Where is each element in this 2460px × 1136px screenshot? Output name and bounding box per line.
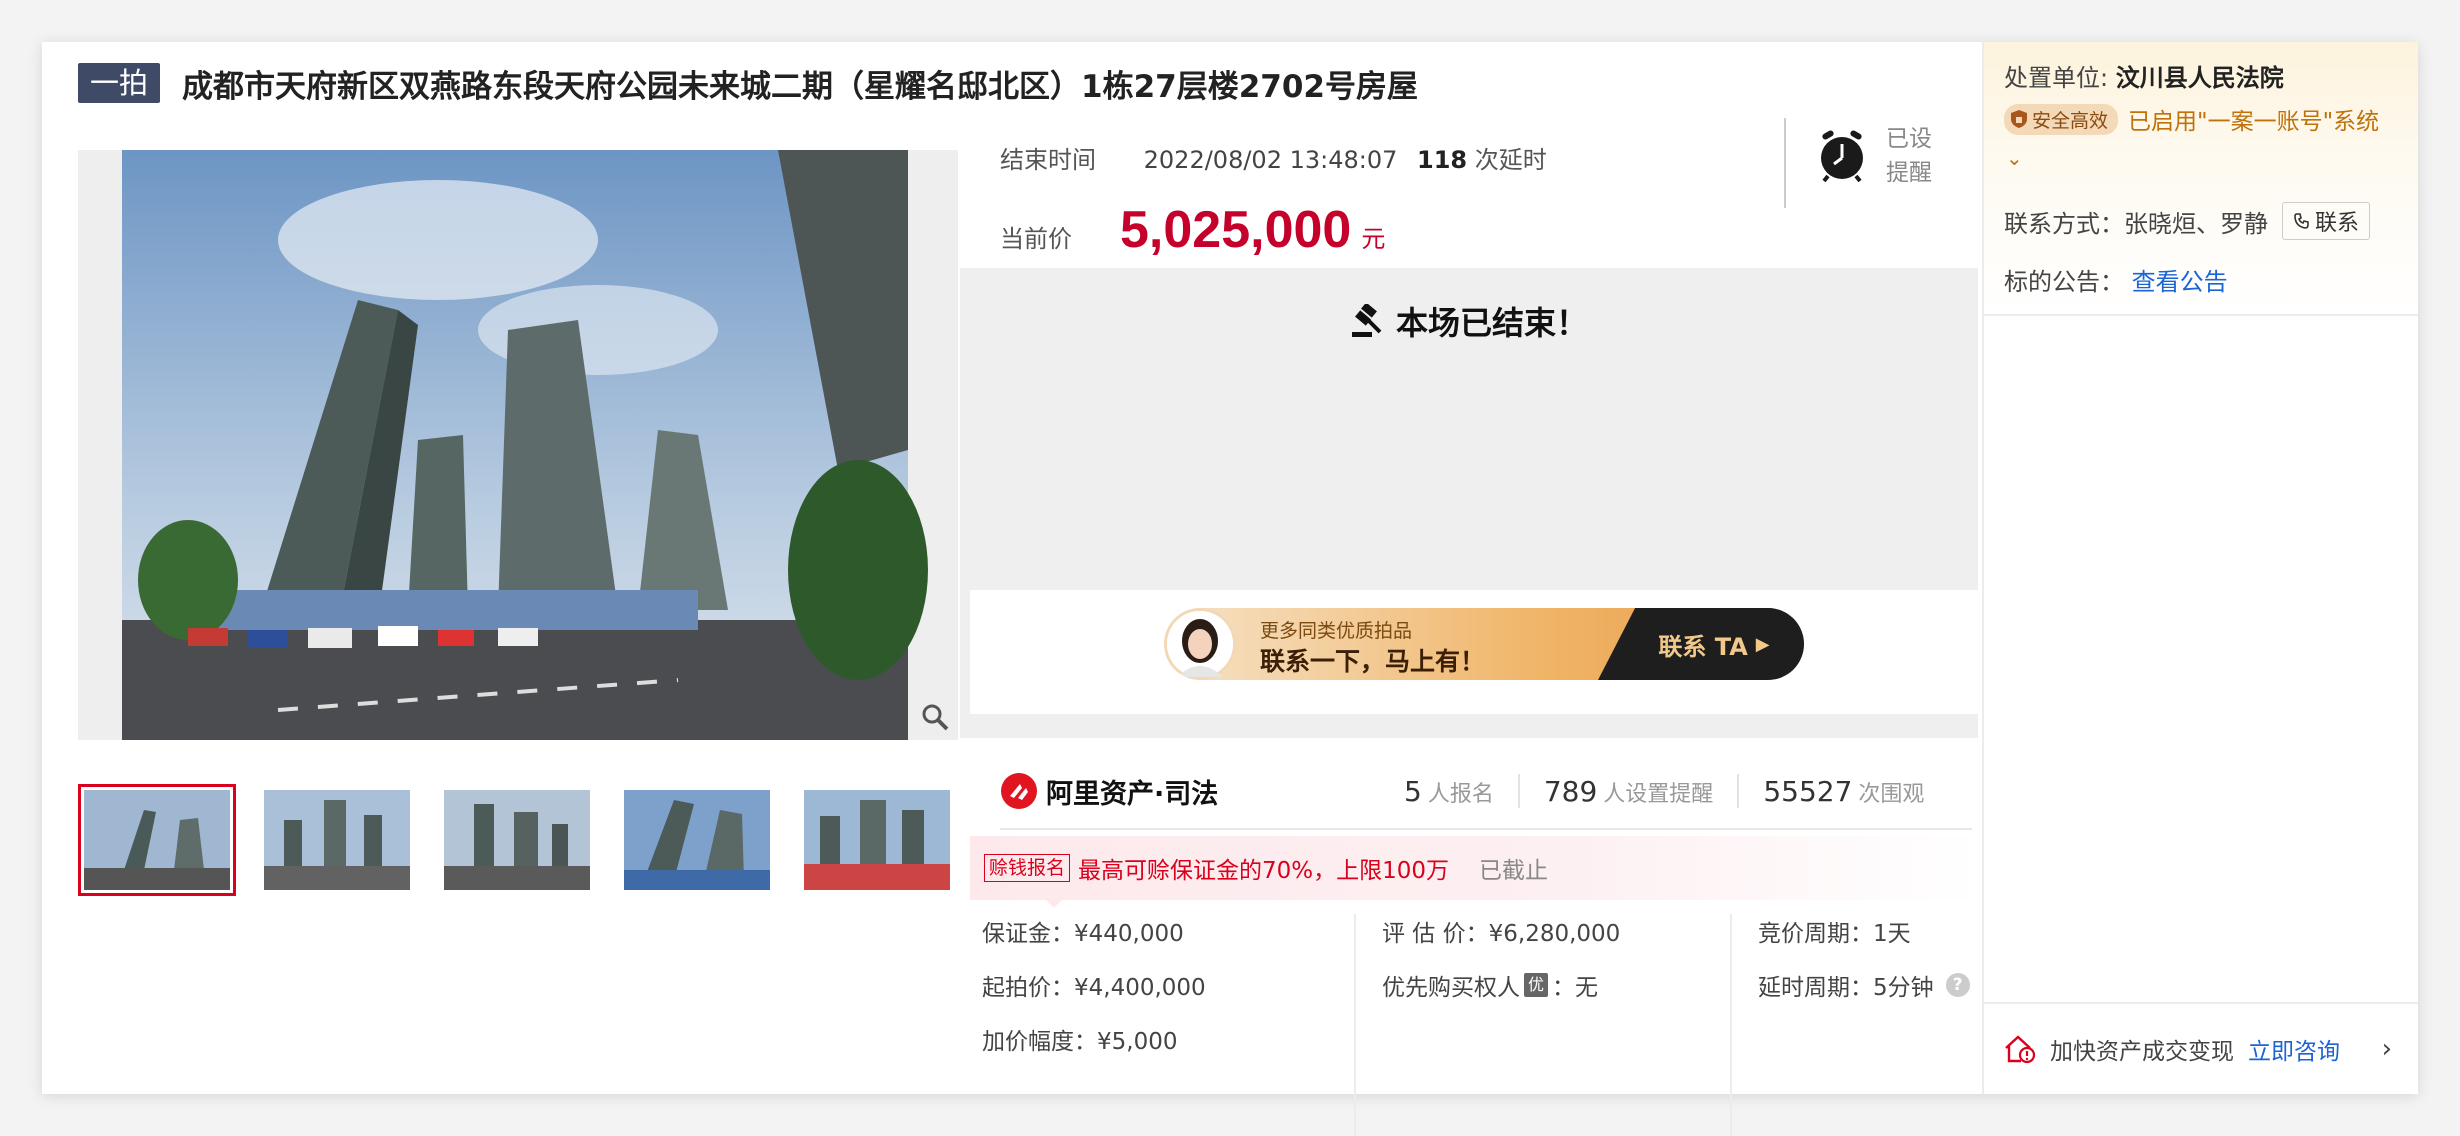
reminder-text: 已设 提醒 (1886, 122, 1946, 190)
delay-cycle-text: 延时周期：5分钟 (1758, 975, 1934, 1001)
thumbnail-4[interactable] (618, 784, 776, 896)
params-divider (1730, 914, 1732, 1136)
brand-logo: 阿里资产·司法 (1000, 772, 1380, 811)
ali-asset-logo-icon (1001, 773, 1037, 809)
promo-banner[interactable]: 更多同类优质拍品 联系一下，马上有！ 联系 TA ▶ (1164, 608, 1804, 680)
chevron-right-icon[interactable]: › (2382, 1034, 2392, 1064)
contact-label: 联系方式：张晓烜、罗静 (2004, 209, 2268, 238)
stat-number: 5 (1404, 774, 1422, 808)
current-price-row: 当前价 5,025,000 元 (1000, 200, 1385, 260)
stat-number: 55527 (1763, 774, 1853, 808)
credit-signup-tag: 赊钱报名 (984, 854, 1071, 882)
price-value: 5,025,000 (1120, 201, 1352, 259)
announcement-label: 标的公告： (2004, 268, 2124, 296)
price-label: 当前价 (1000, 225, 1072, 253)
court-row: 处置单位: 汶川县人民法院 (2004, 58, 2284, 93)
gavel-icon (1351, 304, 1382, 337)
bidding-cycle: 竞价周期：1天 (1758, 921, 1911, 947)
auction-ended-status: 本场已结束！ (960, 298, 1978, 344)
expand-chevron-icon[interactable]: ⌄ (2006, 146, 2023, 170)
appraisal-price: 评 估 价：¥6,280,000 (1382, 921, 1621, 947)
end-time-row: 结束时间 2022/08/02 13:48:07 118 次延时 (1000, 140, 1547, 175)
delay-label: 次延时 (1474, 146, 1547, 174)
stat-views: 55527 次围观 (1739, 775, 1948, 808)
announcement-row: 标的公告： 查看公告 (2004, 262, 2228, 297)
court-name: 汶川县人民法院 (2115, 64, 2284, 92)
end-time-value: 2022/08/02 13:48:07 (1143, 146, 1398, 174)
contact-row: 联系方式：张晓烜、罗静 联系 (2004, 202, 2371, 240)
params-col-3: 竞价周期：1天 延时周期：5分钟 ? (1758, 904, 1998, 1136)
magnifier-icon (922, 704, 949, 731)
thumbnail-2[interactable] (258, 784, 416, 896)
auction-ended-text: 本场已结束！ (1395, 304, 1588, 342)
reminder-button[interactable]: 已设 提醒 (1818, 122, 1946, 190)
start-price: 起拍价：¥4,400,000 (982, 975, 1206, 1001)
stat-signups: 5 人报名 (1380, 775, 1518, 808)
priority-badge-icon: 优 (1524, 973, 1548, 997)
contact-button-label: 联系 (2315, 211, 2360, 236)
zoom-button[interactable] (912, 694, 958, 740)
court-info: 处置单位: 汶川县人民法院 安全高效 已启用"一案一账号"系统 ⌄ 联系方式：张… (1984, 42, 2418, 316)
safety-row: 安全高效 已启用"一案一账号"系统 (2004, 102, 2379, 136)
deposit: 保证金：¥440,000 (982, 921, 1184, 947)
shield-icon (2011, 110, 2027, 128)
help-icon[interactable]: ? (1945, 973, 1970, 997)
end-time-label: 结束时间 (1000, 146, 1096, 174)
agent-avatar (1164, 608, 1236, 680)
alert-house-icon (2005, 1035, 2036, 1064)
thumbnail-1[interactable] (78, 784, 236, 896)
price-unit: 元 (1361, 225, 1386, 253)
one-case-account-text: 已启用"一案一账号"系统 (2128, 109, 2380, 135)
stat-label: 人报名 (1427, 781, 1494, 807)
delay-count: 118 (1417, 146, 1468, 174)
credit-signup-status: 已截止 (1479, 858, 1549, 884)
delay-cycle: 延时周期：5分钟 ? (1758, 958, 1998, 1012)
stats-bar: 阿里资产·司法 5 人报名 789 人设置提醒 55527 次围观 (1000, 754, 1972, 830)
stat-number: 789 (1543, 774, 1598, 808)
promo-banner-area: 更多同类优质拍品 联系一下，马上有！ 联系 TA ▶ (970, 590, 1978, 714)
safety-badge: 安全高效 (2004, 103, 2119, 135)
params-divider (1354, 914, 1356, 1136)
view-announcement-link[interactable]: 查看公告 (2132, 268, 2228, 296)
thumbnail-3[interactable] (438, 784, 596, 896)
page-title: 成都市天府新区双燕路东段天府公园未来城二期（星耀名邸北区）1栋27层楼2702号… (182, 68, 1419, 105)
promo-line-1: 更多同类优质拍品 (1260, 620, 1413, 642)
consult-text: 加快资产成交变现 (2050, 1039, 2234, 1065)
court-label: 处置单位: (2004, 64, 2109, 92)
auction-params: 保证金：¥440,000 起拍价：¥4,400,000 加价幅度：¥5,000 … (982, 904, 1978, 1136)
credit-signup-notice: 赊钱报名 最高可赊保证金的70%，上限100万 已截止 (970, 836, 1978, 900)
contact-agent-label: 联系 TA (1658, 632, 1748, 661)
reminder-line-2: 提醒 (1886, 160, 1932, 186)
stat-label: 人设置提醒 (1603, 781, 1714, 807)
contact-button[interactable]: 联系 (2282, 202, 2371, 240)
consult-bar[interactable]: 加快资产成交变现 立即咨询 › (1984, 1002, 2418, 1094)
bid-increment: 加价幅度：¥5,000 (982, 1029, 1178, 1055)
thumbnail-5[interactable] (798, 784, 956, 896)
brand-name: 阿里资产·司法 (1046, 778, 1219, 810)
safety-badge-text: 安全高效 (2032, 109, 2109, 132)
credit-signup-text: 最高可赊保证金的70%，上限100万 (1078, 858, 1450, 884)
phone-icon (2294, 213, 2309, 229)
contact-agent-button[interactable]: 联系 TA ▶ (1598, 608, 1804, 680)
alarm-clock-icon (1821, 130, 1863, 182)
divider (1784, 118, 1786, 208)
promo-line-2: 联系一下，马上有！ (1260, 647, 1486, 676)
priority-buyer: 优先购买权人 优 ：无 (1382, 958, 1722, 1012)
params-col-1: 保证金：¥440,000 起拍价：¥4,400,000 加价幅度：¥5,000 (982, 904, 1342, 1136)
stat-label: 次围观 (1858, 781, 1925, 807)
title-row: 一拍 成都市天府新区双燕路东段天府公园未来城二期（星耀名邸北区）1栋27层楼27… (78, 62, 1419, 105)
stat-reminders: 789 人设置提醒 (1520, 775, 1737, 808)
priority-buyer-label: 优先购买权人 (1382, 975, 1520, 1001)
thumbnail-strip (78, 784, 956, 896)
play-triangle-icon: ▶ (1755, 633, 1770, 655)
params-col-2: 评 估 价：¥6,280,000 优先购买权人 优 ：无 (1382, 904, 1722, 1136)
sidebar: 处置单位: 汶川县人民法院 安全高效 已启用"一案一账号"系统 ⌄ 联系方式：张… (1982, 42, 2418, 1094)
auction-round-badge: 一拍 (78, 63, 161, 103)
main-photo[interactable] (78, 150, 958, 740)
consult-now-link[interactable]: 立即咨询 (2248, 1032, 2340, 1066)
priority-buyer-value: ：无 (1552, 975, 1598, 1001)
reminder-line-1: 已设 (1886, 126, 1932, 152)
